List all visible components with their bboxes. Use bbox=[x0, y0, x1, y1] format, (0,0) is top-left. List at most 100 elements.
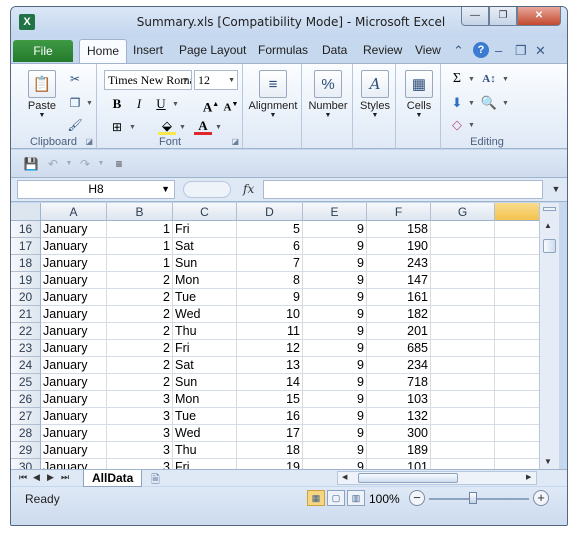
table-cell[interactable]: 9 bbox=[303, 374, 367, 391]
table-cell[interactable]: 9 bbox=[303, 357, 367, 374]
table-cell[interactable]: 19 bbox=[237, 459, 303, 469]
table-cell[interactable]: 9 bbox=[303, 289, 367, 306]
table-cell[interactable]: 161 bbox=[367, 289, 431, 306]
grow-font-icon[interactable]: A▲ bbox=[202, 95, 220, 114]
chevron-down-icon[interactable]: ▼ bbox=[129, 124, 136, 131]
undo-icon[interactable]: ↶ bbox=[45, 156, 61, 172]
font-color-icon[interactable]: A bbox=[194, 117, 212, 135]
prev-sheet-icon[interactable]: ◀ bbox=[33, 472, 40, 483]
zoom-slider[interactable] bbox=[429, 498, 529, 500]
table-cell[interactable]: 9 bbox=[303, 323, 367, 340]
tab-view[interactable]: View bbox=[415, 43, 441, 57]
fill-color-icon[interactable]: ⬙ bbox=[158, 117, 176, 135]
table-cell[interactable] bbox=[495, 391, 539, 408]
table-cell[interactable] bbox=[431, 425, 495, 442]
row-header[interactable]: 20 bbox=[11, 289, 41, 306]
table-cell[interactable]: 1 bbox=[107, 221, 173, 238]
column-header-c[interactable]: C bbox=[173, 203, 237, 221]
table-cell[interactable]: 103 bbox=[367, 391, 431, 408]
cells-button[interactable]: ▦ Cells ▼ bbox=[397, 70, 441, 119]
chevron-down-icon[interactable]: ▼ bbox=[93, 156, 109, 172]
table-cell[interactable]: 1 bbox=[107, 238, 173, 255]
table-cell[interactable]: 2 bbox=[107, 340, 173, 357]
last-sheet-icon[interactable]: ⏭ bbox=[61, 472, 69, 483]
table-cell[interactable]: Tue bbox=[173, 289, 237, 306]
row-header[interactable]: 28 bbox=[11, 425, 41, 442]
table-cell[interactable]: January bbox=[41, 442, 107, 459]
chevron-down-icon[interactable]: ▼ bbox=[86, 100, 93, 107]
sheet-tab-alldata[interactable]: AllData bbox=[83, 470, 143, 487]
scroll-down-icon[interactable]: ▼ bbox=[544, 457, 552, 466]
table-cell[interactable]: 2 bbox=[107, 323, 173, 340]
table-cell[interactable]: 2 bbox=[107, 374, 173, 391]
font-name-combo[interactable]: Times New Roman ▼ bbox=[104, 70, 192, 90]
table-cell[interactable] bbox=[495, 340, 539, 357]
shrink-font-icon[interactable]: A▼ bbox=[222, 95, 240, 114]
restore-button[interactable]: ❐ bbox=[489, 7, 517, 26]
table-cell[interactable]: 190 bbox=[367, 238, 431, 255]
table-cell[interactable]: 182 bbox=[367, 306, 431, 323]
column-header-selected[interactable] bbox=[495, 203, 539, 221]
help-icon[interactable]: ? bbox=[473, 42, 489, 58]
table-cell[interactable]: 9 bbox=[237, 289, 303, 306]
table-cell[interactable]: 101 bbox=[367, 459, 431, 469]
page-layout-view-icon[interactable]: ▢ bbox=[327, 490, 345, 506]
file-tab[interactable]: File bbox=[13, 40, 73, 62]
table-cell[interactable] bbox=[495, 255, 539, 272]
insert-function-button[interactable]: fx bbox=[243, 182, 254, 196]
table-cell[interactable]: 9 bbox=[303, 255, 367, 272]
table-cell[interactable] bbox=[431, 255, 495, 272]
table-cell[interactable]: January bbox=[41, 340, 107, 357]
table-cell[interactable]: Sun bbox=[173, 255, 237, 272]
tab-formulas[interactable]: Formulas bbox=[258, 43, 308, 57]
scroll-thumb[interactable] bbox=[543, 239, 556, 253]
table-cell[interactable]: 189 bbox=[367, 442, 431, 459]
table-cell[interactable]: January bbox=[41, 238, 107, 255]
table-cell[interactable] bbox=[431, 306, 495, 323]
spreadsheet-grid[interactable]: A B C D E F G 16 January 1 Fri 5 9 158 17 January 1 Sat 6 9… bbox=[11, 203, 539, 469]
table-cell[interactable] bbox=[431, 340, 495, 357]
column-header-f[interactable]: F bbox=[367, 203, 431, 221]
workbook-restore-icon[interactable]: ❐ bbox=[515, 43, 527, 59]
table-cell[interactable] bbox=[431, 357, 495, 374]
table-cell[interactable] bbox=[495, 306, 539, 323]
table-cell[interactable]: January bbox=[41, 408, 107, 425]
italic-button[interactable]: I bbox=[130, 95, 148, 113]
table-cell[interactable]: January bbox=[41, 272, 107, 289]
chevron-down-icon[interactable]: ▼ bbox=[468, 76, 475, 83]
row-header[interactable]: 30 bbox=[11, 459, 41, 469]
tab-page-layout[interactable]: Page Layout bbox=[179, 43, 246, 57]
name-box[interactable]: H8 ▼ bbox=[17, 180, 175, 199]
row-header[interactable]: 16 bbox=[11, 221, 41, 238]
table-cell[interactable]: 9 bbox=[303, 442, 367, 459]
chevron-down-icon[interactable]: ▼ bbox=[61, 156, 77, 172]
table-cell[interactable]: 13 bbox=[237, 357, 303, 374]
scroll-left-icon[interactable]: ◀ bbox=[342, 473, 347, 481]
first-sheet-icon[interactable]: ⏮ bbox=[19, 472, 27, 483]
autosum-icon[interactable]: Σ bbox=[448, 70, 466, 88]
table-cell[interactable] bbox=[495, 442, 539, 459]
row-header[interactable]: 26 bbox=[11, 391, 41, 408]
alignment-button[interactable]: ≡ Alignment ▼ bbox=[246, 70, 300, 119]
table-cell[interactable]: January bbox=[41, 289, 107, 306]
dialog-launcher-icon[interactable]: ◪ bbox=[85, 137, 93, 146]
next-sheet-icon[interactable]: ▶ bbox=[47, 472, 54, 483]
scroll-up-icon[interactable]: ▲ bbox=[544, 221, 552, 230]
scroll-thumb[interactable] bbox=[358, 473, 458, 483]
column-header-g[interactable]: G bbox=[431, 203, 495, 221]
table-cell[interactable]: 9 bbox=[303, 408, 367, 425]
table-cell[interactable] bbox=[431, 238, 495, 255]
row-header[interactable]: 24 bbox=[11, 357, 41, 374]
table-cell[interactable]: 9 bbox=[303, 272, 367, 289]
table-cell[interactable]: 6 bbox=[237, 238, 303, 255]
chevron-down-icon[interactable]: ▼ bbox=[179, 124, 186, 131]
table-cell[interactable]: 2 bbox=[107, 289, 173, 306]
bold-button[interactable]: B bbox=[108, 95, 126, 113]
table-cell[interactable]: Sun bbox=[173, 374, 237, 391]
column-header-e[interactable]: E bbox=[303, 203, 367, 221]
select-all-corner[interactable] bbox=[11, 203, 41, 221]
table-cell[interactable]: Sat bbox=[173, 238, 237, 255]
table-cell[interactable]: 158 bbox=[367, 221, 431, 238]
workbook-close-icon[interactable]: ✕ bbox=[535, 43, 546, 59]
table-cell[interactable]: January bbox=[41, 221, 107, 238]
